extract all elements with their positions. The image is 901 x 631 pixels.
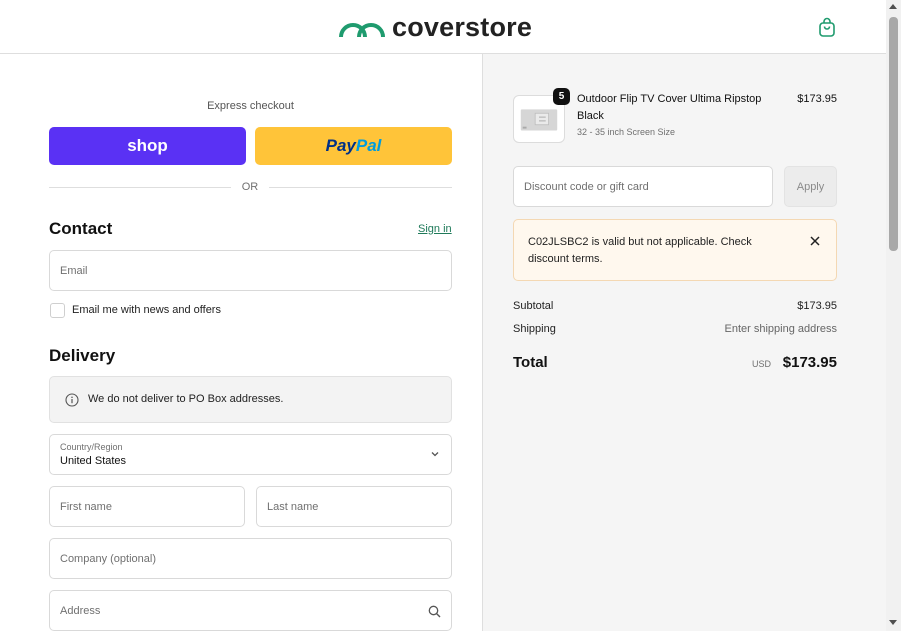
subtotal-value: $173.95 — [797, 300, 837, 312]
shop-pay-label: shop — [127, 136, 168, 155]
product-name: Outdoor Flip TV Cover Ultima Ripstop Bla… — [577, 93, 762, 122]
discount-alert-text: C02JLSBC2 is valid but not applicable. C… — [528, 236, 752, 265]
logo-text: coverstore — [392, 11, 533, 42]
email-input[interactable] — [50, 251, 451, 290]
scroll-up-arrow-icon[interactable] — [889, 4, 897, 9]
last-name-input[interactable] — [257, 487, 451, 526]
total-value: $173.95 — [782, 354, 837, 371]
contact-title: Contact — [49, 219, 113, 238]
company-input[interactable] — [50, 539, 451, 578]
shop-pay-button[interactable]: shop — [49, 127, 246, 165]
apply-discount-button[interactable]: Apply — [784, 166, 837, 207]
country-select-label: Country/Region — [60, 442, 123, 452]
total-currency: USD — [752, 359, 772, 369]
newsletter-checkbox[interactable] — [50, 303, 65, 318]
discount-alert: C02JLSBC2 is valid but not applicable. C… — [513, 219, 837, 281]
company-field[interactable] — [49, 538, 452, 579]
express-checkout-title: Express checkout — [207, 100, 294, 112]
divider-right — [269, 187, 452, 188]
shopping-bag-icon[interactable] — [816, 16, 838, 38]
paypal-button[interactable]: Pay Pal — [255, 127, 452, 165]
scroll-down-arrow-icon[interactable] — [889, 620, 897, 625]
header: coverstore — [0, 0, 886, 54]
paypal-label-pay: Pay — [325, 136, 356, 155]
address-field[interactable] — [49, 590, 452, 631]
email-field[interactable] — [49, 250, 452, 291]
paypal-label-pal: Pal — [355, 136, 382, 155]
chevron-down-icon — [431, 452, 439, 457]
page-scrollbar[interactable] — [886, 0, 901, 631]
or-divider-label: OR — [241, 181, 259, 193]
discount-field[interactable] — [513, 166, 773, 207]
sign-in-link[interactable]: Sign in — [418, 223, 452, 235]
country-select-value: United States — [60, 455, 127, 467]
logo[interactable]: coverstore — [338, 11, 533, 42]
shipping-label: Shipping — [513, 323, 556, 335]
search-icon[interactable] — [428, 605, 441, 618]
close-icon[interactable] — [808, 234, 822, 248]
delivery-title: Delivery — [49, 346, 116, 365]
country-select[interactable]: Country/Region United States — [49, 434, 452, 475]
logo-arch-icon — [339, 23, 385, 38]
info-icon — [65, 393, 79, 407]
po-box-notice-text: We do not deliver to PO Box addresses. — [88, 393, 284, 405]
newsletter-label: Email me with news and offers — [72, 304, 221, 316]
discount-input[interactable] — [514, 167, 772, 206]
last-name-field[interactable] — [256, 486, 452, 527]
address-input[interactable] — [50, 591, 451, 630]
product-variant: 32 - 35 inch Screen Size — [577, 127, 676, 137]
first-name-field[interactable] — [49, 486, 245, 527]
subtotal-label: Subtotal — [513, 300, 554, 312]
po-box-notice: We do not deliver to PO Box addresses. — [49, 376, 452, 423]
scrollbar-thumb[interactable] — [889, 17, 898, 251]
shipping-value: Enter shipping address — [724, 323, 837, 335]
divider-left — [49, 187, 231, 188]
quantity-badge: 5 — [553, 88, 570, 105]
product-price: $173.95 — [797, 93, 837, 105]
first-name-input[interactable] — [50, 487, 244, 526]
total-label: Total — [513, 354, 548, 371]
